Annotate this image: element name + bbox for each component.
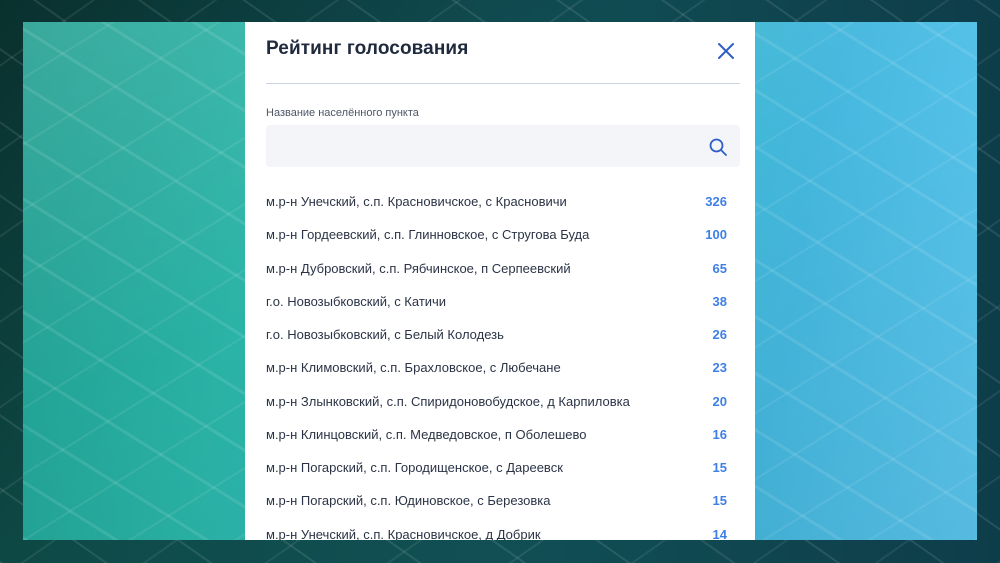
settlement-name: м.р-н Погарский, с.п. Юдиновское, с Бере… (266, 493, 551, 509)
list-item[interactable]: м.р-н Клинцовский, с.п. Медведовское, п … (266, 418, 740, 451)
screen: Рейтинг голосования Название населённого… (23, 22, 977, 540)
settlement-name: м.р-н Унечский, с.п. Красновичское, д До… (266, 526, 541, 540)
list-item[interactable]: м.р-н Дубровский, с.п. Рябчинское, п Сер… (266, 252, 740, 285)
vote-count: 326 (705, 194, 727, 210)
rating-modal: Рейтинг голосования Название населённого… (245, 22, 755, 540)
close-button[interactable] (713, 38, 739, 64)
title-divider (266, 83, 740, 84)
list-item[interactable]: м.р-н Злынковский, с.п. Спиридоновобудск… (266, 385, 740, 418)
list-item[interactable]: м.р-н Климовский, с.п. Брахловское, с Лю… (266, 351, 740, 384)
search-icon[interactable] (708, 137, 728, 157)
vote-count: 15 (712, 493, 727, 509)
list-item[interactable]: м.р-н Погарский, с.п. Юдиновское, с Бере… (266, 484, 740, 517)
vote-count: 16 (712, 426, 727, 442)
vote-count: 23 (712, 360, 727, 376)
search-label: Название населённого пункта (266, 107, 419, 119)
list-item[interactable]: м.р-н Унечский, с.п. Красновичское, с Кр… (266, 185, 740, 218)
vote-count: 14 (712, 526, 727, 540)
search-input[interactable] (266, 125, 696, 167)
list-item[interactable]: г.о. Новозыбковский, с Катичи 38 (266, 285, 740, 318)
list-item[interactable]: г.о. Новозыбковский, с Белый Колодезь 26 (266, 318, 740, 351)
vote-count: 65 (712, 260, 727, 276)
list-item[interactable]: м.р-н Унечский, с.п. Красновичское, д До… (266, 518, 740, 540)
close-icon (718, 43, 734, 59)
modal-title: Рейтинг голосования (266, 38, 469, 59)
settlement-name: г.о. Новозыбковский, с Катичи (266, 293, 447, 309)
settlement-name: м.р-н Унечский, с.п. Красновичское, с Кр… (266, 194, 567, 210)
list-item[interactable]: м.р-н Гордеевский, с.п. Глинновское, с С… (266, 218, 740, 251)
settlement-name: м.р-н Погарский, с.п. Городищенское, с Д… (266, 460, 563, 476)
rating-list: м.р-н Унечский, с.п. Красновичское, с Кр… (266, 185, 740, 540)
vote-count: 20 (712, 393, 727, 409)
vote-count: 15 (712, 460, 727, 476)
settlement-name: м.р-н Дубровский, с.п. Рябчинское, п Сер… (266, 260, 571, 276)
vote-count: 100 (705, 227, 727, 243)
settlement-name: м.р-н Злынковский, с.п. Спиридоновобудск… (266, 393, 630, 409)
settlement-name: м.р-н Климовский, с.п. Брахловское, с Лю… (266, 360, 561, 376)
list-item[interactable]: м.р-н Погарский, с.п. Городищенское, с Д… (266, 451, 740, 484)
settlement-name: г.о. Новозыбковский, с Белый Колодезь (266, 327, 504, 343)
vote-count: 38 (712, 293, 727, 309)
settlement-name: м.р-н Клинцовский, с.п. Медведовское, п … (266, 426, 587, 442)
vote-count: 26 (712, 327, 727, 343)
search-field (266, 125, 740, 167)
settlement-name: м.р-н Гордеевский, с.п. Глинновское, с С… (266, 227, 590, 243)
